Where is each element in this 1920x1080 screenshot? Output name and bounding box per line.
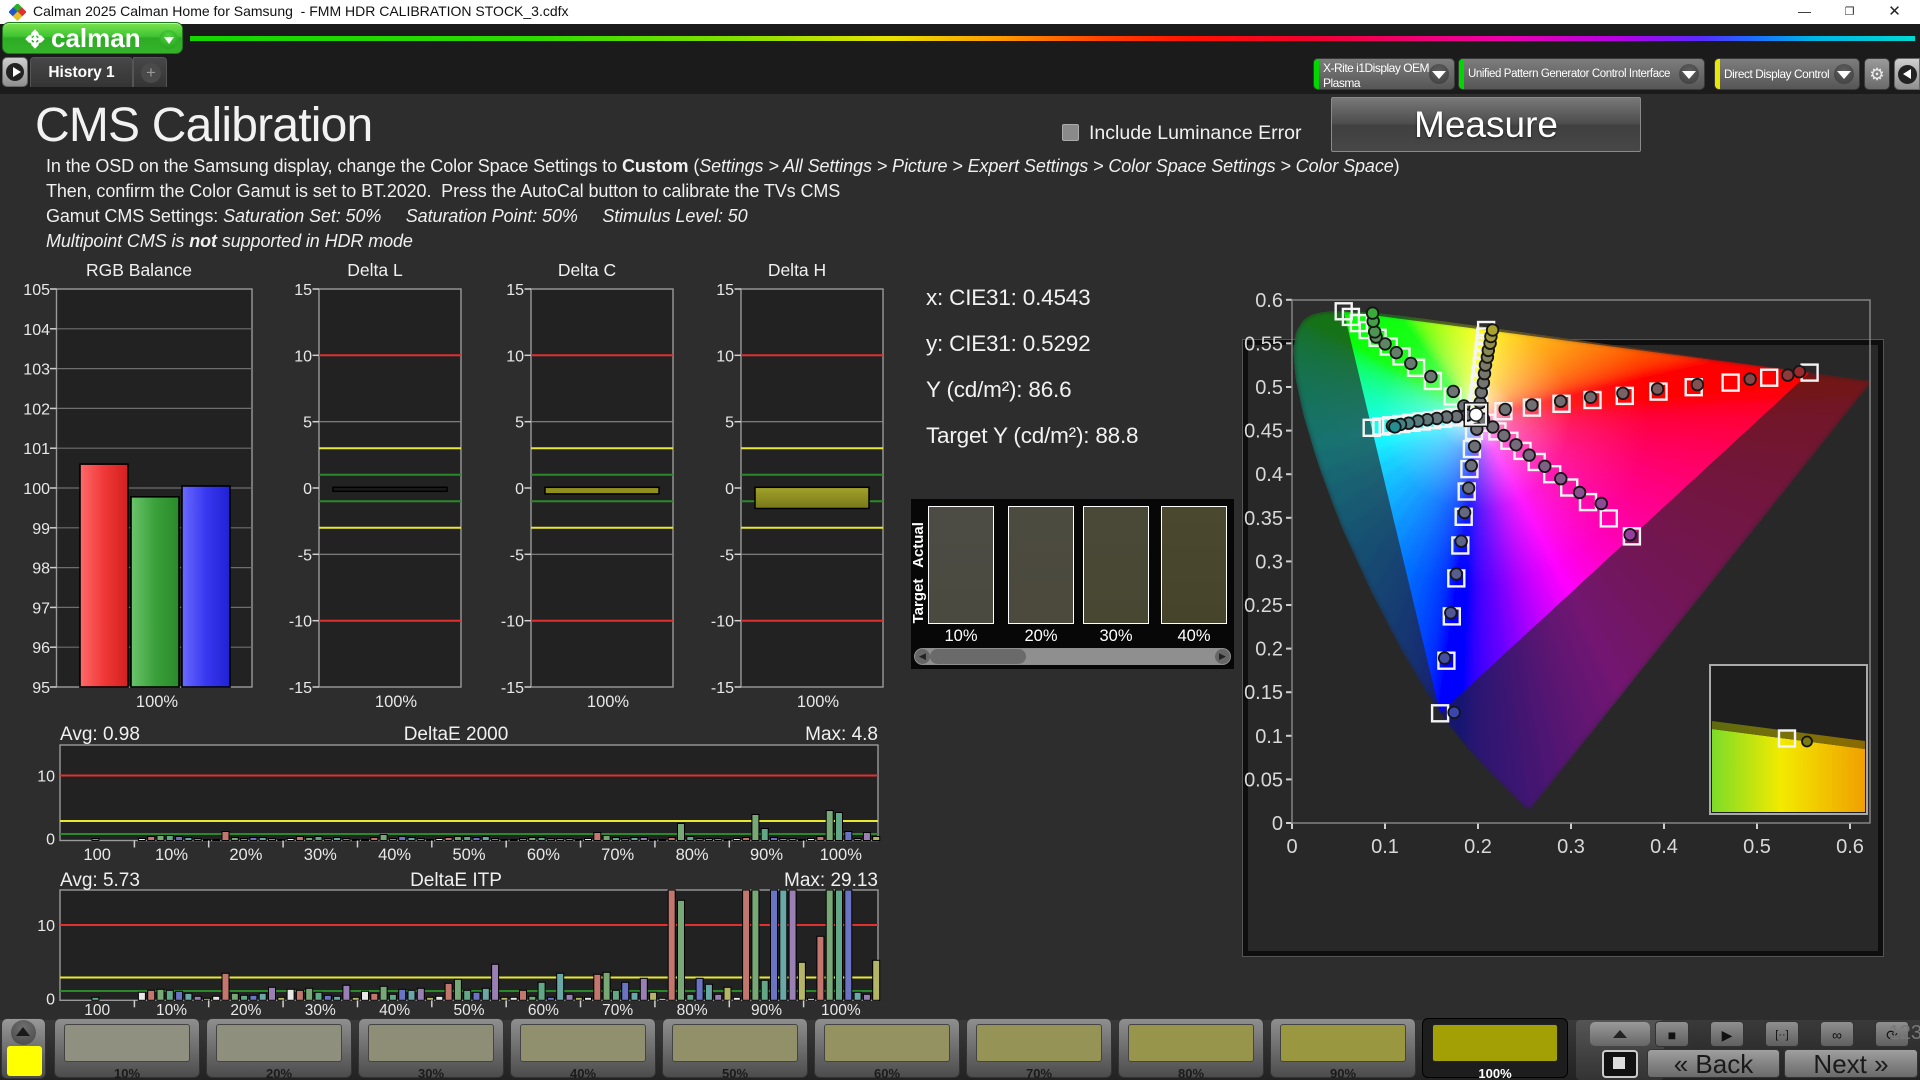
svg-text:10: 10 xyxy=(37,918,55,935)
svg-text:20%: 20% xyxy=(229,846,262,864)
svg-text:0.2: 0.2 xyxy=(1255,639,1283,661)
svg-text:100%: 100% xyxy=(587,693,630,711)
svg-text:0.55: 0.55 xyxy=(1244,333,1283,355)
svg-text:0: 0 xyxy=(1286,836,1297,858)
svg-text:10: 10 xyxy=(37,769,55,786)
svg-text:Max: 29.13: Max: 29.13 xyxy=(784,870,878,891)
svg-text:0.5: 0.5 xyxy=(1743,836,1771,858)
svg-text:102: 102 xyxy=(23,401,50,418)
svg-text:-15: -15 xyxy=(289,680,312,697)
svg-text:90%: 90% xyxy=(751,1002,782,1019)
svg-text:30%: 30% xyxy=(305,1002,336,1019)
svg-text:5: 5 xyxy=(725,415,734,432)
svg-text:5: 5 xyxy=(303,415,312,432)
svg-text:Avg: 5.73: Avg: 5.73 xyxy=(60,870,140,891)
svg-text:0.6: 0.6 xyxy=(1255,290,1283,312)
svg-text:80%: 80% xyxy=(676,846,709,864)
svg-text:80%: 80% xyxy=(677,1002,708,1019)
svg-text:99: 99 xyxy=(32,521,50,538)
svg-text:105: 105 xyxy=(23,282,50,299)
svg-text:70%: 70% xyxy=(602,1002,633,1019)
svg-text:0.4: 0.4 xyxy=(1255,464,1283,486)
svg-text:97: 97 xyxy=(32,600,50,617)
svg-text:30%: 30% xyxy=(304,846,337,864)
svg-text:DeltaE ITP: DeltaE ITP xyxy=(410,870,502,891)
svg-text:60%: 60% xyxy=(527,846,560,864)
svg-text:90%: 90% xyxy=(750,846,783,864)
svg-text:Delta C: Delta C xyxy=(558,260,616,280)
svg-text:95: 95 xyxy=(32,680,50,697)
svg-text:0: 0 xyxy=(303,481,312,498)
svg-text:100: 100 xyxy=(84,1002,110,1019)
svg-text:0: 0 xyxy=(46,991,55,1008)
svg-text:103: 103 xyxy=(23,362,50,379)
svg-text:10: 10 xyxy=(716,348,734,365)
svg-text:-5: -5 xyxy=(510,547,524,564)
svg-text:0: 0 xyxy=(1272,813,1283,835)
svg-text:0.3: 0.3 xyxy=(1557,836,1585,858)
svg-text:10: 10 xyxy=(506,348,524,365)
svg-text:50%: 50% xyxy=(452,846,485,864)
svg-text:100%: 100% xyxy=(820,846,863,864)
svg-text:40%: 40% xyxy=(379,1002,410,1019)
svg-text:40%: 40% xyxy=(378,846,411,864)
svg-text:10%: 10% xyxy=(156,1002,187,1019)
svg-text:0.1: 0.1 xyxy=(1371,836,1399,858)
svg-text:0.45: 0.45 xyxy=(1244,421,1283,443)
svg-text:-5: -5 xyxy=(298,547,312,564)
svg-text:100%: 100% xyxy=(797,693,840,711)
svg-text:0.35: 0.35 xyxy=(1244,508,1283,530)
svg-text:-15: -15 xyxy=(501,680,524,697)
svg-text:60%: 60% xyxy=(528,1002,559,1019)
svg-text:101: 101 xyxy=(23,441,50,458)
svg-text:RGB Balance: RGB Balance xyxy=(86,260,192,280)
svg-text:15: 15 xyxy=(294,282,312,299)
svg-text:15: 15 xyxy=(716,282,734,299)
svg-text:100: 100 xyxy=(23,481,50,498)
svg-text:-15: -15 xyxy=(711,680,734,697)
svg-text:100%: 100% xyxy=(136,693,179,711)
svg-text:104: 104 xyxy=(23,322,50,339)
svg-text:Delta H: Delta H xyxy=(768,260,826,280)
svg-text:10: 10 xyxy=(294,348,312,365)
svg-text:0: 0 xyxy=(515,481,524,498)
svg-text:10%: 10% xyxy=(155,846,188,864)
svg-text:0: 0 xyxy=(46,832,55,849)
svg-text:0.25: 0.25 xyxy=(1244,595,1283,617)
svg-text:0.2: 0.2 xyxy=(1464,836,1492,858)
svg-text:0.3: 0.3 xyxy=(1255,551,1283,573)
svg-text:50%: 50% xyxy=(453,1002,484,1019)
svg-text:0.1: 0.1 xyxy=(1255,726,1283,748)
svg-text:-5: -5 xyxy=(720,547,734,564)
svg-text:0: 0 xyxy=(725,481,734,498)
svg-text:Delta L: Delta L xyxy=(347,260,403,280)
svg-text:0.6: 0.6 xyxy=(1836,836,1864,858)
svg-text:Max: 4.8: Max: 4.8 xyxy=(805,724,878,745)
svg-text:96: 96 xyxy=(32,640,50,657)
svg-text:-10: -10 xyxy=(501,614,524,631)
svg-text:5: 5 xyxy=(515,415,524,432)
svg-text:70%: 70% xyxy=(601,846,634,864)
svg-text:20%: 20% xyxy=(230,1002,261,1019)
svg-text:15: 15 xyxy=(506,282,524,299)
svg-text:0.05: 0.05 xyxy=(1244,769,1283,791)
svg-text:100%: 100% xyxy=(375,693,418,711)
svg-text:-10: -10 xyxy=(711,614,734,631)
svg-text:100%: 100% xyxy=(821,1002,861,1019)
svg-text:0.4: 0.4 xyxy=(1650,836,1678,858)
svg-text:DeltaE 2000: DeltaE 2000 xyxy=(404,724,509,745)
svg-text:Avg: 0.98: Avg: 0.98 xyxy=(60,724,140,745)
svg-text:100: 100 xyxy=(83,846,111,864)
svg-text:-10: -10 xyxy=(289,614,312,631)
svg-text:0.15: 0.15 xyxy=(1244,682,1283,704)
svg-text:98: 98 xyxy=(32,561,50,578)
svg-text:0.5: 0.5 xyxy=(1255,377,1283,399)
